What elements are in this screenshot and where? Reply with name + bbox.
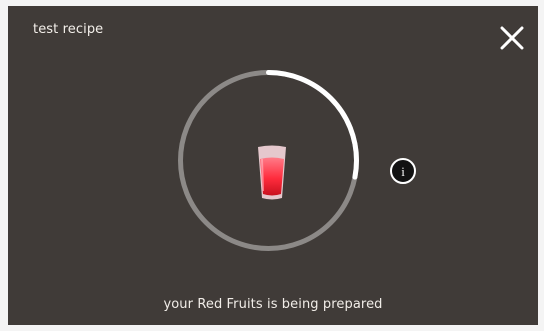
preparation-screen: test recipe i your Red Fruits is being p…	[8, 6, 538, 325]
info-button[interactable]: i	[388, 156, 418, 186]
close-icon	[500, 26, 524, 50]
close-button[interactable]	[495, 21, 529, 55]
status-message: your Red Fruits is being prepared	[163, 297, 383, 312]
drink-cup-icon	[258, 145, 286, 200]
info-icon: i	[401, 164, 405, 179]
recipe-title: test recipe	[33, 22, 104, 37]
